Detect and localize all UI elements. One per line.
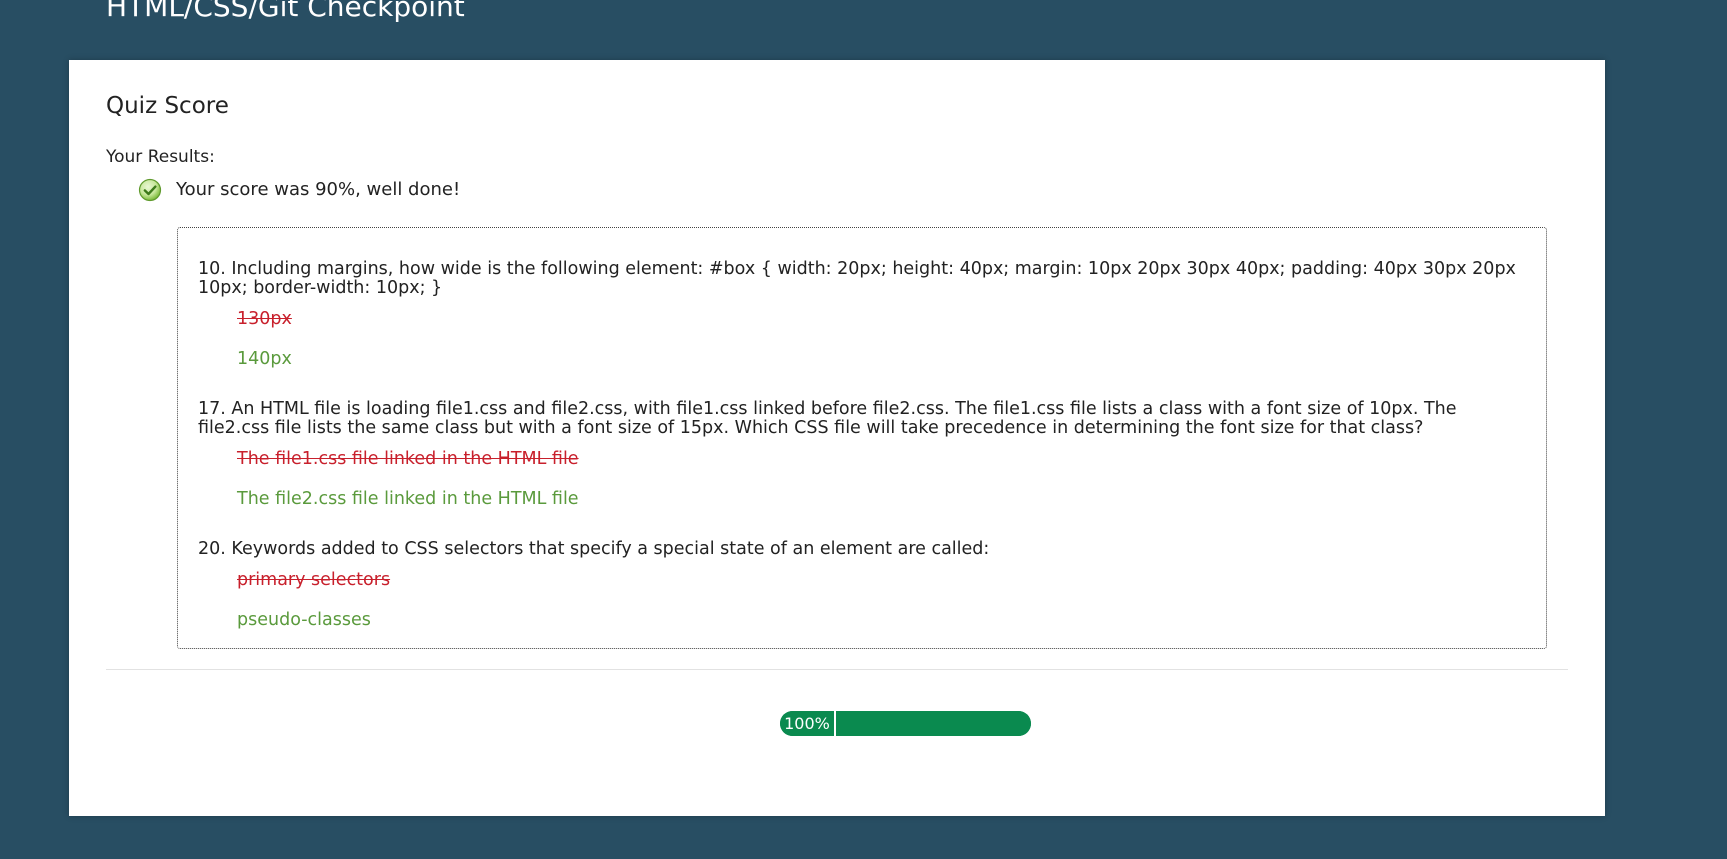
score-message: Your score was 90%, well done! (176, 179, 461, 200)
progress-label: 100% (780, 711, 836, 736)
question-text: 17. An HTML file is loading file1.css an… (198, 399, 1457, 438)
wrong-answer: The file1.css file linked in the HTML fi… (237, 449, 579, 469)
question-text: 20. Keywords added to CSS selectors that… (198, 539, 990, 559)
progress-bar: 100% (780, 711, 1031, 736)
check-circle-icon (138, 178, 162, 202)
wrong-answer: 130px (237, 309, 292, 329)
quiz-score-card: Quiz Score Your Results: Your score was … (69, 60, 1605, 816)
correct-answer: pseudo-classes (237, 610, 371, 630)
questions-review-box: 10. Including margins, how wide is the f… (177, 227, 1547, 649)
card-heading: Quiz Score (106, 93, 229, 119)
question-item: 10. Including margins, how wide is the f… (198, 260, 1528, 370)
divider (106, 669, 1568, 670)
question-text: 10. Including margins, how wide is the f… (198, 259, 1516, 298)
wrong-answer: primary selectors (237, 570, 391, 590)
correct-answer: The file2.css file linked in the HTML fi… (237, 489, 579, 509)
page-title: HTML/CSS/Git Checkpoint (106, 0, 465, 23)
score-row: Your score was 90%, well done! (138, 177, 460, 203)
question-item: 17. An HTML file is loading file1.css an… (198, 400, 1528, 510)
results-label: Your Results: (106, 147, 215, 167)
question-item: 20. Keywords added to CSS selectors that… (198, 540, 1528, 631)
correct-answer: 140px (237, 349, 292, 369)
